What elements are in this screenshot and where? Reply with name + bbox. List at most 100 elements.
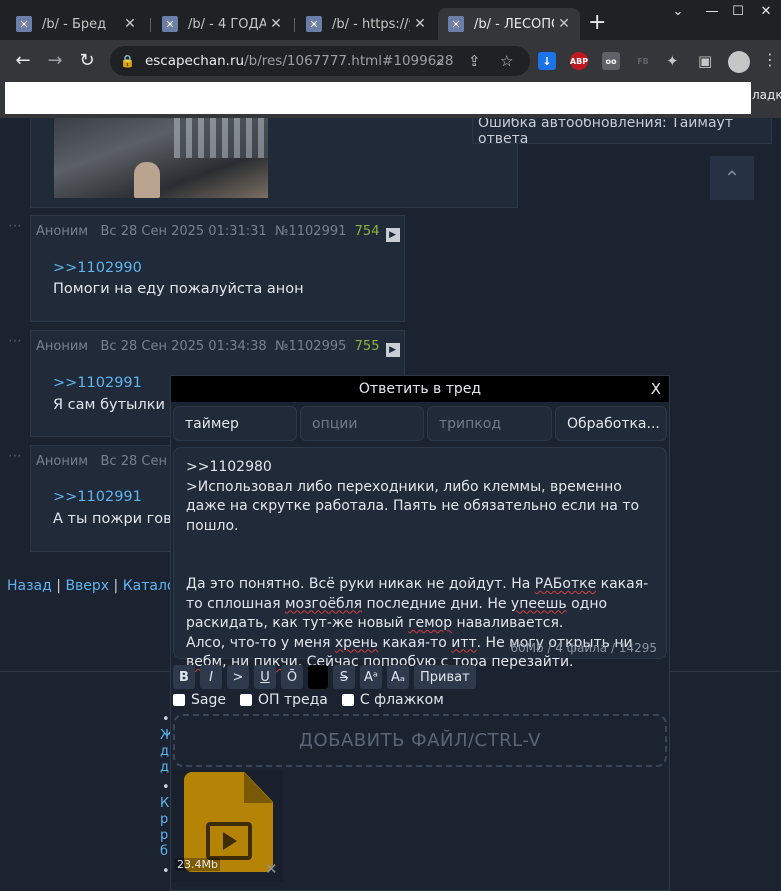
close-dialog-button[interactable]: X xyxy=(651,376,661,402)
bookmarks-redacted-area xyxy=(5,82,751,114)
post-counter: 755 xyxy=(354,339,380,354)
new-tab-button[interactable]: + xyxy=(588,12,606,34)
post-menu-icon[interactable]: ⋯ xyxy=(8,333,22,349)
checkbox-box[interactable] xyxy=(341,694,354,706)
scroll-up-button[interactable]: ⌃ xyxy=(710,156,754,200)
overline-button[interactable]: Ō xyxy=(281,665,303,689)
minimize-button[interactable]: — xyxy=(698,0,726,22)
subscript-button[interactable]: Aₐ xyxy=(387,665,409,689)
strike-button[interactable]: S xyxy=(333,665,355,689)
reply-dialog-title[interactable]: Ответить в тред xyxy=(171,376,669,402)
post-header: Аноним Вс 28 Сен 2025 01:31:31 №1102991 … xyxy=(36,224,400,242)
back-arrow-icon[interactable]: ← xyxy=(12,50,34,72)
abp-ext-icon[interactable]: ABP xyxy=(570,52,588,70)
play-icon[interactable]: ▶ xyxy=(385,228,400,242)
catalog-link[interactable]: Катало xyxy=(123,578,176,594)
reply-dialog: Ответить в тред X таймер опции трипкод О… xyxy=(170,375,670,891)
attachment-thumbnail[interactable]: 23.4Mb ✕ xyxy=(173,770,283,882)
browser-tab-active[interactable]: ✕ /b/ - ЛЕСОПО ✕ xyxy=(438,8,580,40)
browser-tab-1[interactable]: ✕ /b/ - Бред ✕ xyxy=(6,8,146,40)
sidepanel-icon[interactable]: ▣ xyxy=(698,52,712,70)
reply-link[interactable]: >>1102991 xyxy=(53,375,142,391)
options-input[interactable]: опции xyxy=(300,406,424,441)
post-author: Аноним xyxy=(36,454,89,469)
tab-title: /b/ - ЛЕСОПО xyxy=(474,16,554,32)
bookmark-star-icon[interactable]: ☆ xyxy=(500,52,513,70)
site-favicon-icon: ✕ xyxy=(16,16,32,32)
sage-checkbox[interactable]: Sage xyxy=(173,692,226,708)
reply-link[interactable]: >>1102991 xyxy=(53,489,142,505)
play-icon[interactable]: ▶ xyxy=(385,343,400,357)
private-button[interactable]: Приват xyxy=(414,665,476,689)
autoupdate-error: Ошибка автообновления: Таймаут ответа xyxy=(472,118,772,147)
browser-menu-icon[interactable]: ⋮ xyxy=(762,50,778,69)
download-ext-icon[interactable]: ↓ xyxy=(538,52,556,70)
tab-search-icon[interactable]: ⌄ xyxy=(664,0,692,22)
checkbox-box[interactable] xyxy=(173,694,185,706)
post-date: Вс 28 Сен 2025 01:31:31 xyxy=(100,224,267,239)
flag-checkbox[interactable]: С флажком xyxy=(341,692,444,708)
underline-button[interactable]: U xyxy=(254,665,276,689)
message-textarea[interactable]: >>1102980 >Использовал либо переходники,… xyxy=(173,447,667,670)
checkbox-box[interactable] xyxy=(239,694,252,706)
nav-separator: | xyxy=(56,578,61,594)
share-icon[interactable]: ⇪ xyxy=(468,52,481,70)
superscript-button[interactable]: Aᵃ xyxy=(360,665,382,689)
browser-toolbar: ← → ↻ 🔒 escapechan.ru/b/res/1067777.html… xyxy=(0,40,781,82)
tripcode-input[interactable]: трипкод xyxy=(427,406,552,441)
reply-link[interactable]: >>1102990 xyxy=(53,260,142,276)
close-window-button[interactable]: ✕ xyxy=(752,0,780,22)
browser-tab-3[interactable]: ✕ /b/ - https://yo ✕ xyxy=(296,8,436,40)
forward-arrow-icon[interactable]: → xyxy=(44,50,66,72)
message-line xyxy=(186,536,654,556)
post-header: Аноним Вс 28 Сен 2025 01:34:38 №1102995 … xyxy=(36,339,400,357)
reload-icon[interactable]: ↻ xyxy=(76,50,98,72)
fb-ext-icon[interactable]: FB xyxy=(634,52,652,70)
op-checkbox[interactable]: ОП треда xyxy=(239,692,328,708)
post-text: Помоги на еду пожалуйста анон xyxy=(53,281,304,297)
browser-tab-2[interactable]: ✕ /b/ - 4 ГОДА ✕ xyxy=(152,8,292,40)
profile-avatar[interactable] xyxy=(728,51,750,73)
tab-close-icon[interactable]: ✕ xyxy=(120,16,140,32)
site-favicon-icon: ✕ xyxy=(162,16,178,32)
post-counter: 754 xyxy=(354,224,380,239)
post-options: Sage ОП треда С флажком xyxy=(173,692,458,708)
timer-field[interactable]: таймер xyxy=(173,406,297,441)
extensions-puzzle-icon[interactable]: ✦ xyxy=(666,52,679,70)
post-text: А ты пожри гов xyxy=(53,511,172,527)
back-link[interactable]: Назад xyxy=(7,578,52,594)
tab-close-icon[interactable]: ✕ xyxy=(554,16,574,32)
post: Аноним Вс 28 Сен 2025 01:31:31 №1102991 … xyxy=(30,215,405,322)
nav-separator: | xyxy=(113,578,119,594)
post-menu-icon[interactable]: ⋯ xyxy=(8,218,22,234)
tab-close-icon[interactable]: ✕ xyxy=(266,16,286,32)
zoom-icon[interactable]: ⌕ xyxy=(436,52,444,70)
post-date: Вс 28 Сен xyxy=(100,454,167,469)
post-number[interactable]: №1102991 xyxy=(275,224,346,239)
format-toolbar: B I > U Ō S Aᵃ Aₐ Приват xyxy=(173,665,481,689)
tab-title: /b/ - https://yo xyxy=(332,16,410,32)
quote-button[interactable]: > xyxy=(227,665,249,689)
post-image-thumbnail[interactable] xyxy=(54,118,268,198)
post-header: Аноним Вс 28 Сен xyxy=(36,454,167,469)
up-link[interactable]: Вверх xyxy=(65,578,109,594)
bold-button[interactable]: B xyxy=(173,665,195,689)
post-number[interactable]: №1102995 xyxy=(275,339,346,354)
post-menu-icon[interactable]: ⋯ xyxy=(8,448,22,464)
tab-separator xyxy=(294,18,295,32)
bookmarks-label[interactable]: ладки xyxy=(752,88,781,102)
spoiler-button[interactable] xyxy=(308,665,328,689)
maximize-button[interactable]: ☐ xyxy=(724,0,752,22)
oo-ext-icon[interactable]: oo xyxy=(602,52,620,70)
lock-icon: 🔒 xyxy=(120,54,135,68)
thread-bottom-nav: Назад | Вверх | Катало xyxy=(7,578,175,594)
tab-separator xyxy=(150,18,151,32)
file-dropzone[interactable]: ДОБАВИТЬ ФАЙЛ/CTRL-V xyxy=(173,714,667,767)
address-bar[interactable]: 🔒 escapechan.ru/b/res/1067777.html#10996… xyxy=(110,46,530,76)
browser-tab-bar: ✕ /b/ - Бред ✕ ✕ /b/ - 4 ГОДА ✕ ✕ /b/ - … xyxy=(0,0,781,40)
processing-button[interactable]: Обработка... xyxy=(555,406,667,441)
italic-button[interactable]: I xyxy=(200,665,222,689)
tab-close-icon[interactable]: ✕ xyxy=(410,16,430,32)
site-favicon-icon: ✕ xyxy=(448,16,464,32)
remove-attachment-icon[interactable]: ✕ xyxy=(265,860,278,878)
